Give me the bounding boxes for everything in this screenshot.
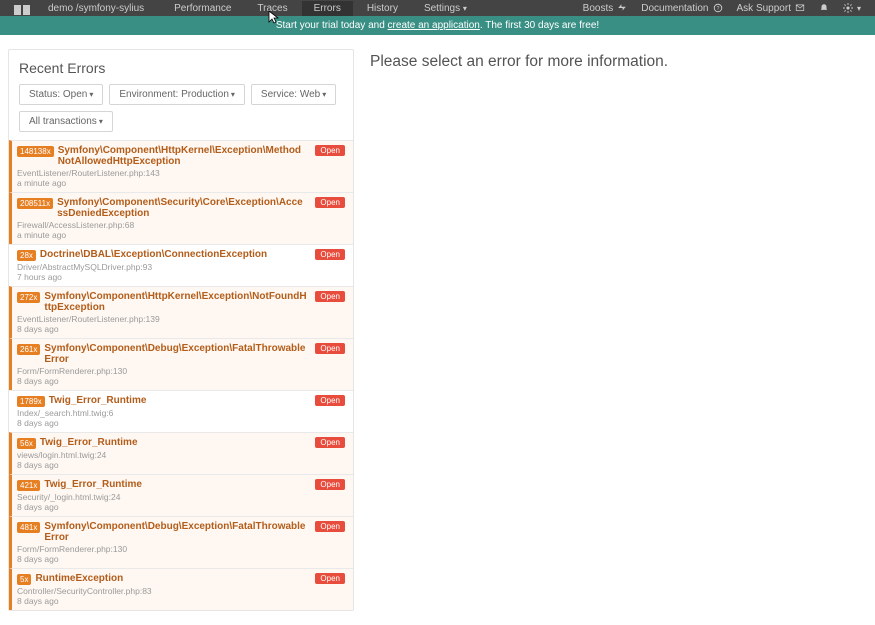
errors-panel: Recent Errors Status: Open▾ Environment:…: [8, 49, 354, 611]
error-time: a minute ago: [17, 230, 345, 240]
nav-settings[interactable]: Settings ▾: [412, 1, 479, 16]
status-badge[interactable]: Open: [315, 395, 345, 406]
error-title: Symfony\Component\HttpKernel\Exception\M…: [58, 145, 308, 167]
banner-text-prefix: Start your trial today and: [276, 20, 388, 31]
count-badge: 421x: [17, 480, 40, 491]
banner-text-suffix: . The first 30 days are free!: [480, 20, 599, 31]
error-time: 8 days ago: [17, 554, 345, 564]
chevron-down-icon: ▾: [322, 90, 326, 99]
count-badge: 5x: [17, 574, 31, 585]
nav-support[interactable]: Ask Support: [737, 3, 805, 14]
error-list: 148138x Symfony\Component\HttpKernel\Exce…: [9, 140, 353, 610]
nav-errors[interactable]: Errors: [302, 1, 353, 16]
status-badge[interactable]: Open: [315, 573, 345, 584]
error-item[interactable]: 5x RuntimeException Open Controller/Securit…: [9, 568, 353, 610]
status-badge[interactable]: Open: [315, 145, 345, 156]
status-badge[interactable]: Open: [315, 249, 345, 260]
error-item[interactable]: 28x Doctrine\DBAL\Exception\ConnectionExc…: [9, 244, 353, 286]
logo-icon[interactable]: [14, 2, 30, 14]
count-badge: 272x: [17, 292, 40, 303]
error-file: Index/_search.html.twig:6: [17, 408, 345, 418]
error-item[interactable]: 56x Twig_Error_Runtime Open views/login.htm…: [9, 432, 353, 474]
error-file: Driver/AbstractMySQLDriver.php:93: [17, 262, 345, 272]
nav-history[interactable]: History: [355, 1, 410, 16]
filter-service[interactable]: Service: Web▾: [251, 84, 336, 105]
error-title: Symfony\Component\Debug\Exception\FatalT…: [44, 521, 307, 543]
error-file: EventListener/RouterListener.php:139: [17, 314, 345, 324]
error-time: 8 days ago: [17, 502, 345, 512]
error-item[interactable]: 208511x Symfony\Component\Security\Core\E…: [9, 192, 353, 244]
detail-pane: Please select an error for more informat…: [370, 49, 867, 611]
chevron-down-icon: ▾: [463, 4, 467, 13]
count-badge: 28x: [17, 250, 36, 261]
count-badge: 261x: [17, 344, 40, 355]
nav-performance[interactable]: Performance: [162, 1, 243, 16]
error-title: Twig_Error_Runtime: [44, 479, 307, 490]
error-title: Doctrine\DBAL\Exception\ConnectionExcept…: [40, 249, 308, 260]
error-time: 8 days ago: [17, 324, 345, 334]
error-item[interactable]: 1789x Twig_Error_Runtime Open Index/_search…: [9, 390, 353, 432]
error-title: Symfony\Component\HttpKernel\Exception\N…: [44, 291, 307, 313]
filter-env[interactable]: Environment: Production▾: [109, 84, 245, 105]
chevron-down-icon: ▾: [99, 117, 103, 126]
chevron-down-icon: ▾: [89, 90, 93, 99]
count-badge: 481x: [17, 522, 40, 533]
error-time: 8 days ago: [17, 460, 345, 470]
nav-right: Boosts Documentation ? Ask Support ▾: [583, 3, 861, 14]
top-nav: demo /symfony-sylius Performance Traces …: [0, 0, 875, 16]
error-file: Form/FormRenderer.php:130: [17, 366, 345, 376]
gear-icon[interactable]: ▾: [843, 3, 861, 13]
status-badge[interactable]: Open: [315, 197, 345, 208]
nav-boosts[interactable]: Boosts: [583, 3, 628, 14]
svg-text:?: ?: [716, 6, 719, 12]
main-content: Recent Errors Status: Open▾ Environment:…: [0, 35, 875, 625]
panel-title: Recent Errors: [19, 60, 343, 76]
error-title: Twig_Error_Runtime: [49, 395, 308, 406]
error-file: views/login.html.twig:24: [17, 450, 345, 460]
error-item[interactable]: 148138x Symfony\Component\HttpKernel\Exce…: [9, 140, 353, 192]
error-file: Security/_login.html.twig:24: [17, 492, 345, 502]
error-title: Symfony\Component\Debug\Exception\FatalT…: [44, 343, 307, 365]
trial-banner: Start your trial today and create an app…: [0, 16, 875, 35]
error-title: Symfony\Component\Security\Core\Exceptio…: [57, 197, 307, 219]
error-time: 8 days ago: [17, 376, 345, 386]
error-title: RuntimeException: [35, 573, 307, 584]
status-badge[interactable]: Open: [315, 521, 345, 532]
status-badge[interactable]: Open: [315, 291, 345, 302]
error-file: Form/FormRenderer.php:130: [17, 544, 345, 554]
count-badge: 1789x: [17, 396, 45, 407]
count-badge: 56x: [17, 438, 36, 449]
error-file: EventListener/RouterListener.php:143: [17, 168, 345, 178]
error-time: 8 days ago: [17, 596, 345, 606]
status-badge[interactable]: Open: [315, 479, 345, 490]
error-time: a minute ago: [17, 178, 345, 188]
error-item[interactable]: 481x Symfony\Component\Debug\Exception\Fa…: [9, 516, 353, 568]
filter-txn[interactable]: All transactions▾: [19, 111, 113, 132]
nav-docs[interactable]: Documentation ?: [641, 3, 722, 14]
error-time: 7 hours ago: [17, 272, 345, 282]
status-badge[interactable]: Open: [315, 437, 345, 448]
error-time: 8 days ago: [17, 418, 345, 428]
error-item[interactable]: 261x Symfony\Component\Debug\Exception\Fa…: [9, 338, 353, 390]
banner-link[interactable]: create an application: [388, 20, 480, 31]
error-item[interactable]: 421x Twig_Error_Runtime Open Security/_logi…: [9, 474, 353, 516]
breadcrumb[interactable]: demo /symfony-sylius: [48, 3, 144, 14]
count-badge: 148138x: [17, 146, 54, 157]
chevron-down-icon: ▾: [231, 90, 235, 99]
error-item[interactable]: 272x Symfony\Component\HttpKernel\Excepti…: [9, 286, 353, 338]
detail-prompt: Please select an error for more informat…: [370, 53, 867, 71]
nav-items: Performance Traces Errors History Settin…: [162, 1, 479, 16]
filters: Status: Open▾ Environment: Production▾ S…: [19, 84, 343, 105]
error-file: Controller/SecurityController.php:83: [17, 586, 345, 596]
nav-traces[interactable]: Traces: [245, 1, 299, 16]
notifications-icon[interactable]: [819, 3, 829, 13]
error-file: Firewall/AccessListener.php:68: [17, 220, 345, 230]
filter-status[interactable]: Status: Open▾: [19, 84, 103, 105]
status-badge[interactable]: Open: [315, 343, 345, 354]
error-title: Twig_Error_Runtime: [40, 437, 308, 448]
count-badge: 208511x: [17, 198, 53, 209]
